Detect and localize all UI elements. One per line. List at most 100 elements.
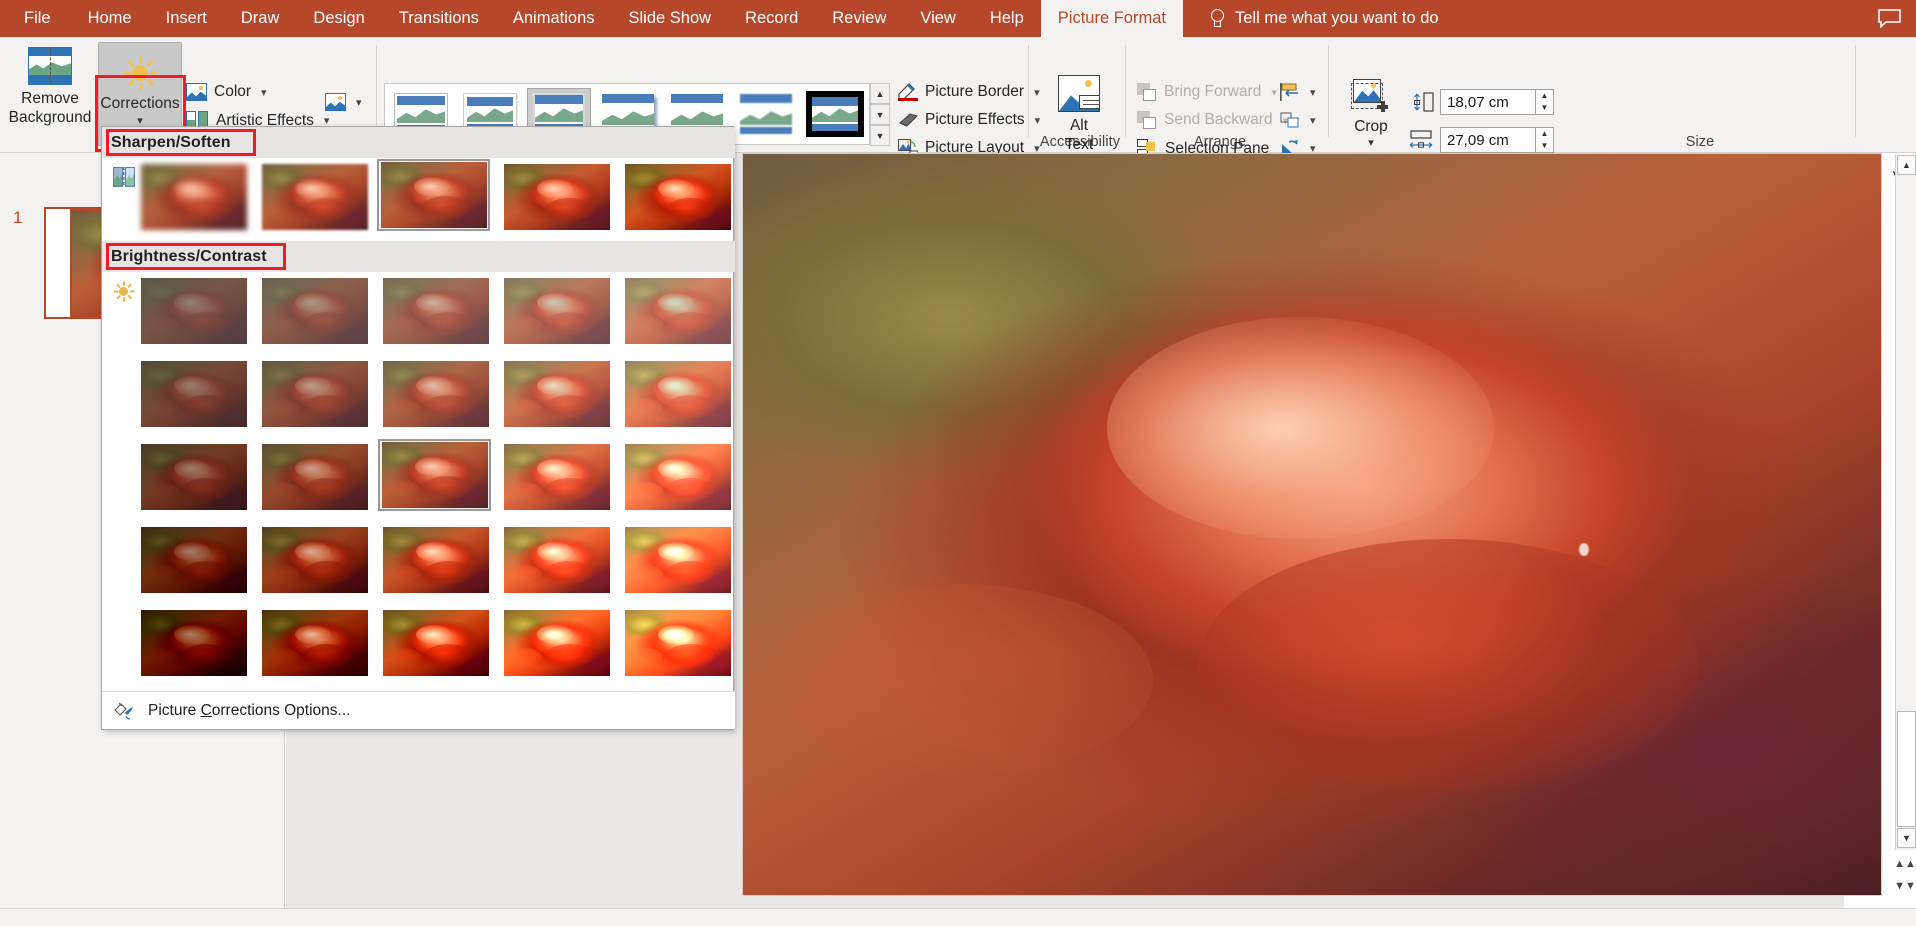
scroll-down-button[interactable]: ▼ bbox=[1897, 828, 1916, 848]
scroll-up-button[interactable]: ▲ bbox=[1897, 155, 1916, 175]
brightness-contrast-cell[interactable] bbox=[500, 607, 613, 679]
tab-picture-format[interactable]: Picture Format bbox=[1040, 0, 1183, 37]
remove-background-icon bbox=[28, 47, 72, 85]
chevron-down-icon: ▾ bbox=[1271, 86, 1277, 99]
crop-label: Crop bbox=[1354, 118, 1388, 135]
tab-label: Design bbox=[313, 9, 365, 27]
spin-up-icon[interactable]: ▲ bbox=[1541, 130, 1549, 138]
brightness-contrast-cell[interactable] bbox=[621, 358, 734, 430]
tell-me-search[interactable]: Tell me what you want to do bbox=[1183, 0, 1453, 37]
brightness-contrast-cell[interactable] bbox=[379, 524, 492, 596]
color-button[interactable]: Color ▾ bbox=[186, 83, 267, 101]
sharpen-soften-cell[interactable] bbox=[621, 161, 734, 233]
tell-me-label: Tell me what you want to do bbox=[1234, 9, 1439, 27]
spin-down-icon[interactable]: ▼ bbox=[1541, 104, 1549, 112]
shape-height-field[interactable]: 18,07 cm ▲ ▼ bbox=[1412, 89, 1554, 115]
chevron-down-icon: ▾ bbox=[1368, 137, 1374, 150]
remove-background-label-1: Remove bbox=[21, 90, 79, 107]
picture-corrections-options-item[interactable]: Picture Corrections Options... bbox=[102, 691, 735, 729]
brightness-contrast-cell[interactable] bbox=[137, 275, 250, 347]
comment-icon[interactable] bbox=[1877, 8, 1902, 28]
bring-forward-icon bbox=[1137, 83, 1157, 101]
brightness-contrast-cell[interactable] bbox=[500, 524, 613, 596]
gallery-more-styles[interactable]: ▼ bbox=[870, 125, 890, 146]
tab-help[interactable]: Help bbox=[973, 0, 1041, 37]
picture-border-button[interactable]: Picture Border ▾ bbox=[898, 83, 1040, 101]
sharpen-soften-cell[interactable] bbox=[137, 161, 250, 233]
remove-background-button[interactable]: Remove Background bbox=[9, 47, 91, 128]
tab-home[interactable]: Home bbox=[71, 0, 149, 37]
preset-thumb bbox=[261, 278, 368, 344]
tab-draw[interactable]: Draw bbox=[224, 0, 297, 37]
brightness-contrast-cell[interactable] bbox=[137, 358, 250, 430]
spin-down-icon[interactable]: ▼ bbox=[1541, 142, 1549, 150]
tab-view[interactable]: View bbox=[903, 0, 972, 37]
tab-insert[interactable]: Insert bbox=[149, 0, 224, 37]
align-button[interactable]: ▾ bbox=[1280, 83, 1316, 101]
picture-style-item[interactable] bbox=[734, 89, 798, 139]
vertical-scrollbar[interactable]: ▲ ▼ bbox=[1895, 155, 1916, 850]
previous-slide-button[interactable]: ▲▲ bbox=[1894, 856, 1916, 872]
tab-review[interactable]: Review bbox=[815, 0, 903, 37]
brightness-contrast-cell[interactable] bbox=[621, 607, 734, 679]
brightness-contrast-cell[interactable] bbox=[137, 607, 250, 679]
brightness-contrast-cell[interactable] bbox=[258, 607, 371, 679]
bring-forward-button[interactable]: Bring Forward ▾ bbox=[1137, 83, 1277, 101]
sharpen-soften-cell[interactable] bbox=[500, 161, 613, 233]
brightness-contrast-cell[interactable] bbox=[258, 358, 371, 430]
brightness-contrast-title: Brightness/Contrast bbox=[111, 247, 267, 265]
spin-up-icon[interactable]: ▲ bbox=[1541, 92, 1549, 100]
tab-record[interactable]: Record bbox=[728, 0, 815, 37]
sharpen-soften-cell-selected[interactable] bbox=[377, 159, 490, 231]
brightness-contrast-cell[interactable] bbox=[621, 524, 734, 596]
preset-thumb bbox=[382, 610, 489, 676]
shape-width-spinner[interactable]: ▲ ▼ bbox=[1536, 127, 1554, 153]
corrections-dropdown-menu: Sharpen/Soften Brightness/Contrast Pictu… bbox=[101, 126, 735, 730]
crop-button[interactable]: Crop ▾ bbox=[1340, 79, 1402, 151]
sharpen-soften-header: Sharpen/Soften bbox=[102, 127, 735, 158]
brightness-contrast-cell[interactable] bbox=[258, 441, 371, 513]
chevron-down-icon: ▾ bbox=[261, 86, 267, 99]
brightness-contrast-cell[interactable] bbox=[258, 524, 371, 596]
rose-photo[interactable] bbox=[743, 154, 1881, 895]
brightness-contrast-cell[interactable] bbox=[379, 358, 492, 430]
slide-canvas[interactable] bbox=[742, 153, 1882, 896]
brightness-contrast-cell[interactable] bbox=[621, 441, 734, 513]
gallery-scroll-up[interactable]: ▲ bbox=[870, 83, 890, 104]
compress-pictures-button[interactable]: ▾ bbox=[325, 93, 362, 111]
brightness-contrast-cell[interactable] bbox=[379, 607, 492, 679]
tab-animations[interactable]: Animations bbox=[496, 0, 612, 37]
brightness-contrast-cell[interactable] bbox=[500, 275, 613, 347]
tab-slide-show[interactable]: Slide Show bbox=[612, 0, 729, 37]
preset-thumb bbox=[261, 164, 368, 230]
shape-width-input[interactable]: 27,09 cm bbox=[1440, 127, 1536, 153]
preset-thumb bbox=[140, 164, 247, 230]
brightness-contrast-cell[interactable] bbox=[137, 524, 250, 596]
send-backward-button[interactable]: Send Backward ▾ bbox=[1137, 111, 1288, 129]
next-slide-button[interactable]: ▼▼ bbox=[1894, 878, 1916, 894]
group-button[interactable]: ▾ bbox=[1280, 111, 1316, 129]
preset-thumb bbox=[382, 278, 489, 344]
alt-text-button[interactable]: Alt Text bbox=[1042, 75, 1116, 155]
brightness-contrast-cell[interactable] bbox=[621, 275, 734, 347]
picture-effects-button[interactable]: Picture Effects ▾ bbox=[898, 111, 1040, 129]
bring-forward-label: Bring Forward bbox=[1164, 83, 1262, 100]
tab-transitions[interactable]: Transitions bbox=[382, 0, 496, 37]
corrections-label: Corrections bbox=[100, 95, 180, 112]
brightness-contrast-cell[interactable] bbox=[379, 275, 492, 347]
brightness-contrast-cell[interactable] bbox=[258, 275, 371, 347]
gallery-scroll-down[interactable]: ▼ bbox=[870, 104, 890, 125]
shape-height-input[interactable]: 18,07 cm bbox=[1440, 89, 1536, 115]
shape-height-spinner[interactable]: ▲ ▼ bbox=[1536, 89, 1554, 115]
brightness-contrast-cell[interactable] bbox=[137, 441, 250, 513]
picture-style-item[interactable] bbox=[803, 89, 867, 139]
tab-file[interactable]: File bbox=[0, 0, 71, 37]
brightness-contrast-cell-selected[interactable] bbox=[378, 439, 491, 511]
tab-design[interactable]: Design bbox=[296, 0, 381, 37]
shape-width-field[interactable]: 27,09 cm ▲ ▼ bbox=[1408, 127, 1554, 153]
brightness-contrast-cell[interactable] bbox=[500, 358, 613, 430]
pen-border-icon bbox=[898, 83, 918, 101]
brightness-contrast-cell[interactable] bbox=[500, 441, 613, 513]
scrollbar-thumb[interactable] bbox=[1897, 711, 1916, 827]
sharpen-soften-cell[interactable] bbox=[258, 161, 371, 233]
